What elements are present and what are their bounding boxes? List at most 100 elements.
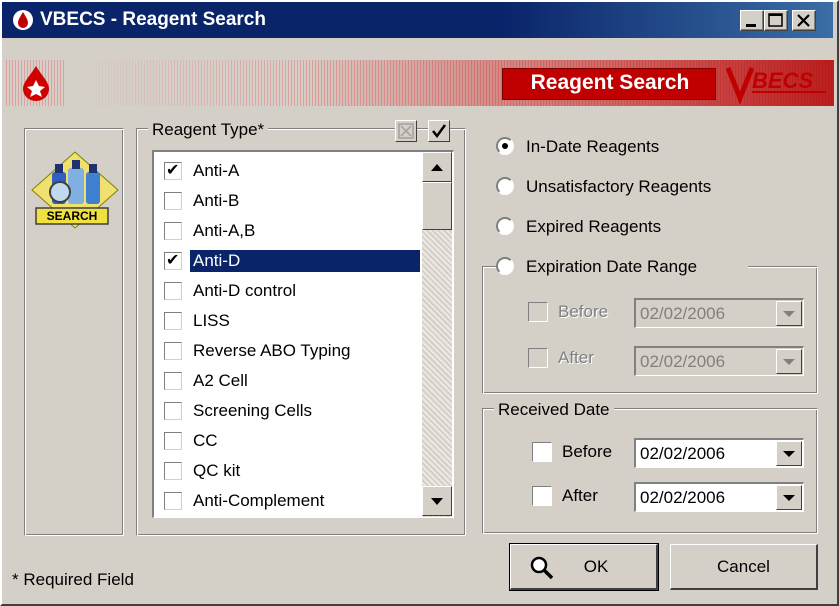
expiration-after-checkbox[interactable] [528, 348, 548, 368]
reagent-label: Anti-D [190, 250, 420, 272]
close-icon [797, 14, 810, 27]
close-button[interactable] [792, 10, 816, 31]
radio-label: Expiration Date Range [526, 257, 698, 276]
reagent-label: Anti-Complement [193, 491, 325, 510]
chevron-down-icon [783, 359, 795, 365]
reagent-type-legend: Reagent Type* [148, 120, 269, 140]
radio-button[interactable] [496, 217, 514, 235]
reagent-checkbox[interactable] [164, 282, 182, 300]
list-item[interactable]: Anti-B [158, 186, 422, 216]
dropdown-button[interactable] [776, 441, 802, 466]
reagent-label: Anti-A [193, 161, 240, 180]
radio-label: Expired Reagents [526, 217, 662, 236]
received-date-group [482, 408, 818, 534]
radio-button[interactable] [496, 137, 514, 155]
banner-title: Reagent Search [530, 71, 690, 94]
maximize-icon [768, 13, 783, 27]
header-banner: Reagent Search BECS [4, 60, 834, 106]
expiration-after-option[interactable]: After [528, 344, 628, 374]
reagent-checkbox[interactable] [164, 312, 182, 330]
chevron-down-icon [783, 451, 795, 457]
reagent-type-list[interactable]: Anti-A Anti-B Anti-A,B Anti-D Anti-D con… [152, 150, 454, 518]
list-item[interactable]: CC [158, 426, 422, 456]
cancel-button[interactable]: Cancel [670, 544, 818, 590]
minimize-button[interactable] [740, 10, 764, 31]
reagent-label: Reverse ABO Typing [193, 341, 351, 360]
clear-all-icon [398, 123, 414, 139]
received-after-option[interactable]: After [532, 482, 632, 512]
arrow-up-icon [431, 164, 443, 171]
expiration-before-label: Before [558, 302, 609, 321]
ok-label: OK [583, 557, 609, 576]
reagent-bottles-search-icon: SEARCH [31, 151, 119, 229]
reagent-label: Screening Cells [193, 401, 313, 420]
reagent-checkbox[interactable] [164, 192, 182, 210]
list-scrollbar[interactable] [422, 152, 452, 517]
title-bar[interactable]: VBECS - Reagent Search [2, 2, 833, 38]
ok-button[interactable]: OK [509, 543, 659, 591]
reagent-label: QC kit [193, 461, 241, 480]
list-item[interactable]: Reverse ABO Typing [158, 336, 422, 366]
reagent-label: Anti-D control [193, 281, 296, 300]
scroll-up-button[interactable] [422, 152, 452, 182]
list-item[interactable]: Anti-A,B [158, 216, 422, 246]
minimize-icon [746, 24, 756, 27]
check-all-icon [432, 124, 447, 139]
received-after-date[interactable]: 02/02/2006 [634, 482, 804, 512]
list-item[interactable]: A2 Cell [158, 366, 422, 396]
list-item[interactable]: LISS [158, 306, 422, 336]
received-before-option[interactable]: Before [532, 438, 632, 468]
radio-expiration-range[interactable]: Expiration Date Range [496, 254, 748, 280]
reagent-checkbox[interactable] [164, 250, 182, 270]
svg-text:BECS: BECS [752, 68, 813, 93]
arrow-down-icon [431, 498, 443, 505]
vbecs-brand-logo: BECS [725, 67, 826, 104]
reagent-checkbox[interactable] [164, 342, 182, 360]
search-launch-button[interactable]: SEARCH [30, 150, 120, 230]
list-item[interactable]: Screening Cells [158, 396, 422, 426]
reagent-checkbox[interactable] [164, 160, 182, 180]
maximize-button[interactable] [764, 10, 788, 31]
list-item[interactable]: Anti-Complement [158, 486, 422, 516]
svg-text:SEARCH: SEARCH [47, 209, 98, 223]
list-item[interactable]: Anti-A [158, 156, 422, 186]
radio-button[interactable] [496, 177, 514, 195]
radio-label: In-Date Reagents [526, 137, 660, 156]
received-before-checkbox[interactable] [532, 442, 552, 462]
list-item[interactable]: Anti-D [158, 246, 422, 276]
vbecs-drop-logo-icon [23, 66, 49, 101]
received-after-label: After [562, 486, 598, 505]
select-all-button[interactable] [428, 120, 450, 142]
reagent-checkbox[interactable] [164, 462, 182, 480]
reagent-checkbox[interactable] [164, 402, 182, 420]
dropdown-button[interactable] [776, 349, 802, 374]
received-before-date[interactable]: 02/02/2006 [634, 438, 804, 468]
dropdown-button[interactable] [776, 485, 802, 510]
scroll-down-button[interactable] [422, 486, 452, 516]
received-date-legend: Received Date [494, 400, 614, 420]
clear-all-button[interactable] [395, 120, 417, 142]
radio-button[interactable] [496, 257, 514, 275]
list-item[interactable]: Anti-D control [158, 276, 422, 306]
received-after-checkbox[interactable] [532, 486, 552, 506]
required-field-note: * Required Field [12, 570, 134, 589]
reagent-checkbox[interactable] [164, 222, 182, 240]
reagent-checkbox[interactable] [164, 432, 182, 450]
blood-drop-icon [13, 10, 33, 30]
reagent-label: Anti-A,B [193, 221, 256, 240]
chevron-down-icon [783, 495, 795, 501]
expiration-after-date[interactable]: 02/02/2006 [634, 346, 804, 376]
scroll-thumb[interactable] [422, 182, 452, 230]
expiration-before-date[interactable]: 02/02/2006 [634, 298, 804, 328]
reagent-checkbox[interactable] [164, 372, 182, 390]
dropdown-button[interactable] [776, 301, 802, 326]
chevron-down-icon [783, 311, 795, 317]
expiration-after-label: After [558, 348, 594, 367]
radio-label: Unsatisfactory Reagents [526, 177, 712, 196]
reagent-checkbox[interactable] [164, 492, 182, 510]
expiration-before-option[interactable]: Before [528, 298, 628, 328]
reagent-label: LISS [193, 311, 230, 330]
received-before-label: Before [562, 442, 613, 461]
list-item[interactable]: QC kit [158, 456, 422, 486]
expiration-before-checkbox[interactable] [528, 302, 548, 322]
